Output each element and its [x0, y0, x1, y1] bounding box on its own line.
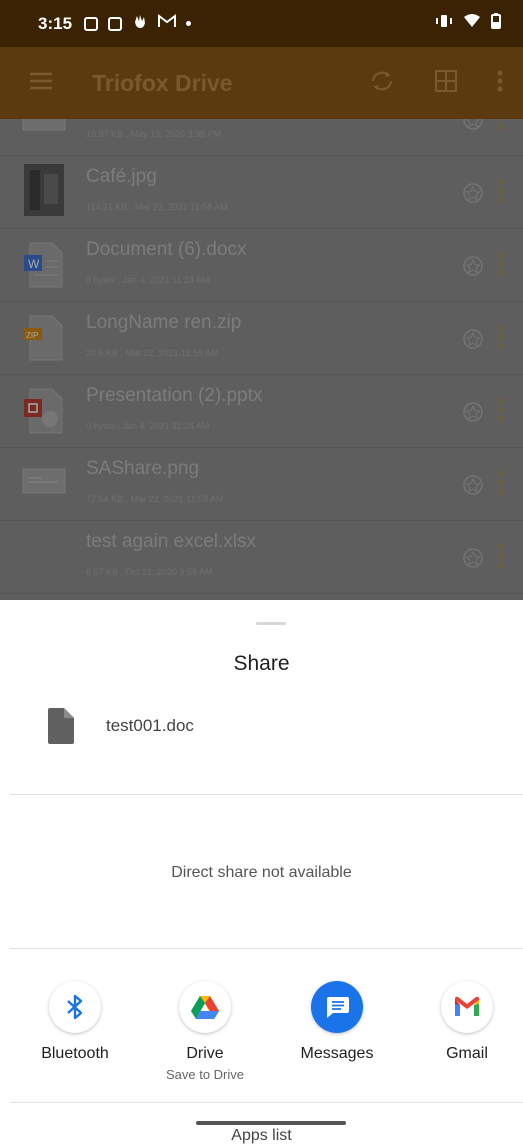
file-meta: 114.21 KB , Mar 22, 2021 11:58 AM: [86, 202, 228, 212]
file-name: Document (6).docx: [86, 239, 247, 260]
file-name: Café.jpg: [86, 166, 157, 187]
shared-file-name: test001.doc: [106, 716, 194, 735]
file-row[interactable]: 10.97 KB , May 13, 2020 3:38 PM: [0, 119, 523, 156]
direct-share-message: Direct share not available: [171, 864, 352, 881]
share-sheet: Share test001.doc Direct share not avail…: [0, 600, 523, 1144]
svg-text:W: W: [28, 257, 40, 271]
wifi-icon: [463, 14, 481, 33]
share-target-sublabel: Save to Drive: [165, 1067, 245, 1082]
favorite-star-icon[interactable]: [463, 548, 483, 573]
document-icon: [46, 708, 74, 749]
share-target-label: Drive: [186, 1045, 224, 1062]
notification-icon: [108, 16, 123, 31]
divider: [10, 948, 523, 949]
battery-icon: [491, 13, 501, 34]
file-name: Presentation (2).pptx: [86, 385, 263, 406]
image-thumbnail-icon: [22, 468, 66, 494]
share-target-bluetooth[interactable]: Bluetooth: [20, 981, 130, 1063]
share-target-label: Gmail: [446, 1045, 488, 1062]
grid-view-icon[interactable]: [435, 69, 457, 97]
share-target-gmail[interactable]: Gmail: [412, 981, 522, 1063]
file-more-icon[interactable]: [497, 398, 503, 422]
file-meta: 0 bytes , Jan 4, 2021 11:24 AM: [86, 275, 210, 285]
favorite-star-icon[interactable]: [463, 329, 483, 354]
share-target-label: Messages: [300, 1045, 374, 1062]
favorite-star-icon[interactable]: [463, 402, 483, 427]
share-title: Share: [233, 652, 290, 675]
image-thumbnail-icon: [22, 119, 66, 131]
messages-icon: [311, 981, 363, 1033]
gmail-icon: [158, 14, 177, 33]
gmail-icon: [441, 981, 493, 1033]
app-title: Triofox Drive: [92, 69, 233, 96]
sheet-drag-handle[interactable]: [256, 622, 286, 625]
file-meta: 20.6 KB , Mar 22, 2021 11:58 AM: [86, 348, 219, 358]
file-row[interactable]: W Document (6).docx 0 bytes , Jan 4, 202…: [0, 229, 523, 302]
file-more-icon[interactable]: [497, 119, 503, 130]
file-meta: 6.07 KB , Oct 21, 2020 9:59 AM: [86, 567, 213, 577]
divider: [10, 1102, 523, 1103]
share-target-label: Bluetooth: [41, 1045, 109, 1062]
file-name: test again excel.xlsx: [86, 531, 257, 552]
word-file-icon: W: [22, 241, 66, 289]
dot-icon: [186, 21, 192, 26]
sync-icon[interactable]: [369, 70, 395, 97]
favorite-star-icon[interactable]: [463, 256, 483, 281]
favorite-star-icon[interactable]: [463, 475, 483, 500]
file-row[interactable]: SAShare.png 72.54 KB , Mar 22, 2021 11:5…: [0, 448, 523, 521]
file-more-icon[interactable]: [497, 252, 503, 276]
file-more-icon[interactable]: [497, 179, 503, 203]
file-meta: 0 bytes , Jan 4, 2021 11:24 AM: [86, 421, 210, 431]
hand-icon: [132, 13, 148, 34]
file-list: 10.97 KB , May 13, 2020 3:38 PM Café.jpg…: [0, 119, 523, 600]
status-notification-icons: [84, 13, 192, 34]
bluetooth-icon: [49, 981, 101, 1033]
file-meta: 10.97 KB , May 13, 2020 3:38 PM: [86, 129, 222, 139]
vibrate-icon: [435, 14, 453, 33]
status-system-icons: [435, 13, 501, 34]
app-bar: Triofox Drive: [0, 47, 523, 119]
file-name: SAShare.png: [86, 458, 200, 479]
menu-icon[interactable]: [30, 72, 52, 95]
file-more-icon[interactable]: [497, 325, 503, 349]
svg-text:ZIP: ZIP: [26, 331, 38, 340]
file-row[interactable]: ZIP LongName ren.zip 20.6 KB , Mar 22, 2…: [0, 302, 523, 375]
zip-file-icon: ZIP: [22, 314, 66, 362]
favorite-star-icon[interactable]: [463, 183, 483, 208]
divider: [10, 794, 523, 795]
status-bar: 3:15: [0, 0, 523, 47]
google-drive-icon: [179, 981, 231, 1033]
apps-list-label[interactable]: Apps list: [0, 1127, 523, 1145]
file-more-icon[interactable]: [497, 544, 503, 568]
file-name: LongName ren.zip: [86, 312, 242, 333]
gesture-nav-handle[interactable]: [196, 1121, 346, 1125]
file-row[interactable]: test again excel.xlsx 6.07 KB , Oct 21, …: [0, 521, 523, 594]
share-target-drive[interactable]: Drive Save to Drive: [150, 981, 260, 1082]
file-row[interactable]: Presentation (2).pptx 0 bytes , Jan 4, 2…: [0, 375, 523, 448]
share-target-messages[interactable]: Messages: [282, 981, 392, 1063]
file-more-icon[interactable]: [497, 471, 503, 495]
file-meta: 72.54 KB , Mar 22, 2021 11:58 AM: [86, 494, 224, 504]
file-row[interactable]: Café.jpg 114.21 KB , Mar 22, 2021 11:58 …: [0, 156, 523, 229]
photo-thumbnail-icon: [24, 164, 64, 216]
powerpoint-file-icon: [22, 387, 66, 435]
more-vert-icon[interactable]: [497, 70, 503, 97]
favorite-star-icon[interactable]: [463, 119, 483, 135]
notification-icon: [84, 16, 99, 31]
status-time: 3:15: [38, 13, 73, 33]
